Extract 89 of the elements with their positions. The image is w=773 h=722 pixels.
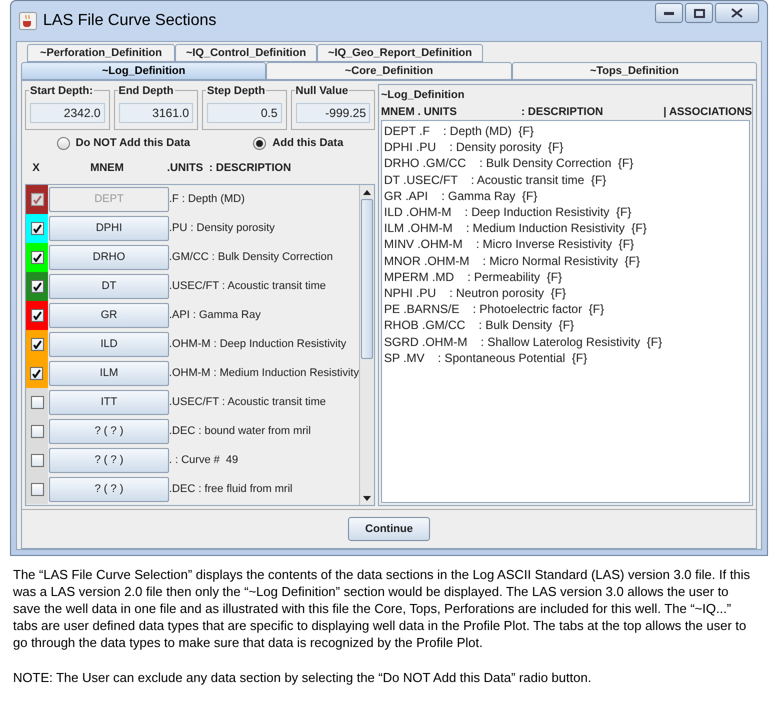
field-label: Start Depth: bbox=[29, 83, 94, 100]
column-header: MNEM . UNITS bbox=[381, 104, 458, 120]
definition-line: GR .API : Gamma Ray {F} bbox=[384, 188, 538, 204]
check-icon bbox=[32, 282, 42, 291]
caption-paragraph: NOTE: The User can exclude any data section by selecting the “Do NOT Add this Data” radio button. bbox=[13, 669, 592, 686]
caption-paragraph: The “LAS File Curve Selection” displays the contents of the data sections in the Log ASCII Standard (LAS) version 3.0 file. If this was a LAS version 2.0 file then only the “~Log Definition” section would be displayed. The LAS version 3.0 allows the user to save the well data in one file and as illustrated with this file the Core, Tops, Perforations are included for this well. The “~IQ...” tabs are user defined data types that are specific to displaying well data in the Profile Plot. The tabs at the top allows the user to go through the data types to make sure that data is recognized by the Profile Plot. bbox=[13, 566, 752, 651]
check-icon bbox=[32, 253, 42, 262]
curve-description: .USEC/FT : Acoustic transit time bbox=[169, 279, 326, 294]
field-label: Step Depth bbox=[206, 83, 266, 100]
definition-line: MPERM .MD : Permeability {F} bbox=[384, 268, 564, 286]
curve-description: .USEC/FT : Acoustic transit time bbox=[169, 395, 326, 410]
check-icon bbox=[32, 195, 42, 204]
curve-button[interactable]: ? ( ? ) bbox=[49, 448, 169, 473]
definition-line: DPHI .PU : Density porosity {F} bbox=[384, 139, 564, 156]
column-header: : DESCRIPTION bbox=[521, 104, 604, 120]
number-field[interactable]: 0.5 bbox=[207, 103, 282, 123]
tab[interactable]: ~Core_Definition bbox=[266, 62, 512, 80]
curve-button[interactable]: DRHO bbox=[49, 245, 169, 270]
curve-button[interactable]: ILM bbox=[48, 361, 169, 386]
curve-description: . : Curve # 49 bbox=[169, 453, 238, 468]
definition-line: DRHO .GM/CC : Bulk Density Correction {F} bbox=[384, 155, 634, 172]
curve-button[interactable]: GR bbox=[49, 303, 169, 328]
definition-line: ILM .OHM-M : Medium Induction Resistivity {F} bbox=[384, 220, 648, 236]
number-field[interactable]: 2342.0 bbox=[30, 103, 104, 123]
tab[interactable]: ~IQ_Control_Definition bbox=[175, 44, 317, 62]
curve-description: .PU : Density porosity bbox=[169, 221, 275, 236]
curve-description: .DEC : free fluid from mril bbox=[169, 482, 292, 498]
checkbox[interactable] bbox=[30, 251, 44, 264]
close-button[interactable] bbox=[715, 3, 759, 23]
continue-button[interactable]: Continue bbox=[348, 517, 430, 541]
check-icon bbox=[32, 369, 42, 378]
number-field[interactable]: -999.25 bbox=[296, 103, 370, 123]
curve-description: .DEC : bound water from mril bbox=[169, 424, 311, 440]
tab[interactable]: ~Tops_Definition bbox=[512, 62, 757, 80]
curve-button[interactable]: ? ( ? ) bbox=[49, 419, 169, 444]
curve-description: .F : Depth (MD) bbox=[169, 192, 245, 208]
checkbox[interactable] bbox=[30, 280, 44, 293]
definition-line: MNOR .OHM-M : Micro Normal Resistivity {F} bbox=[384, 252, 642, 269]
definition-line: DT .USEC/FT : Acoustic transit time {F} bbox=[384, 172, 608, 188]
tab[interactable]: ~IQ_Geo_Report_Definition bbox=[317, 44, 483, 62]
checkbox[interactable] bbox=[30, 454, 44, 467]
field-label: End Depth bbox=[118, 83, 174, 100]
checkbox[interactable] bbox=[30, 338, 44, 351]
column-header: .UNITS : DESCRIPTION bbox=[167, 160, 292, 176]
check-icon bbox=[32, 224, 42, 233]
definition-line: SP .MV : Spontaneous Potential {F} bbox=[384, 350, 588, 366]
scrollbar[interactable] bbox=[359, 185, 374, 505]
radio-label: Add this Data bbox=[272, 136, 344, 151]
definition-line: ILD .OHM-M : Deep Induction Resistivity {F} bbox=[384, 204, 632, 220]
checkbox[interactable] bbox=[30, 396, 44, 409]
definition-line: DEPT .F : Depth (MD) {F} bbox=[384, 123, 535, 140]
radio-button[interactable] bbox=[253, 136, 266, 150]
definition-title: ~Log_Definition bbox=[381, 88, 466, 103]
up-arrow-icon bbox=[363, 190, 371, 194]
definition-line: MINV .OHM-M : Micro Inverse Resistivity {F} bbox=[384, 236, 636, 253]
curve-button[interactable]: ILD bbox=[49, 332, 169, 357]
checkbox[interactable] bbox=[30, 367, 44, 380]
down-arrow-icon bbox=[363, 496, 371, 500]
curve-description: .OHM-M : Deep Induction Resistivity bbox=[169, 337, 346, 352]
column-header: MNEM bbox=[89, 160, 125, 176]
coffee-cup-icon bbox=[19, 12, 37, 30]
curve-description: .API : Gamma Ray bbox=[169, 308, 261, 324]
curve-description: .OHM-M : Medium Induction Resistivity bbox=[168, 366, 359, 382]
check-icon bbox=[32, 311, 42, 320]
curve-button[interactable]: DT bbox=[49, 274, 169, 299]
tab[interactable]: ~Perforation_Definition bbox=[27, 44, 175, 62]
curve-button[interactable]: ITT bbox=[49, 390, 169, 415]
minimize-button[interactable] bbox=[655, 3, 683, 23]
close-icon bbox=[731, 8, 743, 18]
checkbox[interactable] bbox=[30, 222, 44, 235]
column-header: X bbox=[31, 160, 41, 176]
maximize-button[interactable] bbox=[685, 3, 713, 23]
checkbox[interactable] bbox=[30, 483, 44, 496]
definition-line: RHOB .GM/CC : Bulk Density {F} bbox=[384, 317, 576, 334]
curve-button[interactable]: ? ( ? ) bbox=[49, 477, 169, 502]
column-header: | ASSOCIATIONS bbox=[663, 104, 752, 120]
checkbox[interactable] bbox=[30, 425, 44, 438]
tab[interactable]: ~Log_Definition bbox=[21, 62, 266, 80]
checkbox[interactable] bbox=[30, 309, 44, 322]
definition-line: NPHI .PU : Neutron porosity {F} bbox=[384, 285, 568, 302]
check-icon bbox=[32, 340, 42, 349]
window-title: LAS File Curve Sections bbox=[43, 11, 216, 31]
curve-button[interactable]: DPHI bbox=[49, 216, 169, 241]
definition-line: PE .BARNS/E : Photoelectric factor {F} bbox=[384, 301, 606, 318]
radio-button[interactable] bbox=[56, 136, 70, 150]
radio-label: Do NOT Add this Data bbox=[76, 136, 190, 151]
definition-line: SGRD .OHM-M : Shallow Laterolog Resistivity {F} bbox=[384, 334, 664, 350]
number-field[interactable]: 3161.0 bbox=[118, 103, 193, 123]
curve-description: .GM/CC : Bulk Density Correction bbox=[169, 250, 333, 266]
